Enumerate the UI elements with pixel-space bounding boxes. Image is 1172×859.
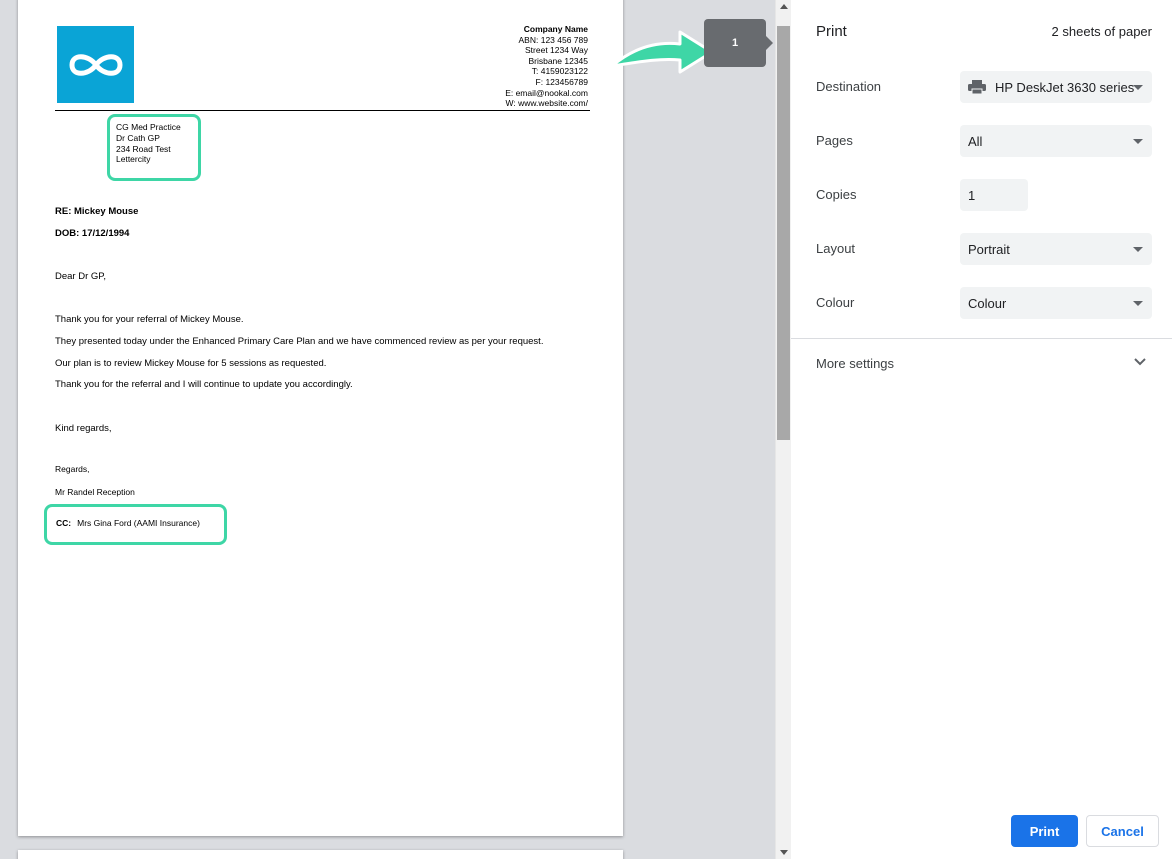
company-fax: F: 123456789 (535, 76, 588, 87)
scroll-thumb[interactable] (777, 26, 790, 440)
layout-label: Layout (816, 241, 856, 256)
printer-icon (968, 80, 986, 95)
paragraph: Thank you for the referral and I will co… (55, 379, 353, 390)
colour-label: Colour (816, 295, 855, 310)
sender-name: Mr Randel Reception (55, 487, 135, 497)
kind-regards: Kind regards, (55, 423, 112, 434)
paragraph: Our plan is to review Mickey Mouse for 5… (55, 358, 327, 369)
arrow-pointer-icon (610, 30, 714, 74)
company-website: W: www.website.com/ (505, 98, 588, 109)
re-line: RE: Mickey Mouse (55, 206, 139, 217)
company-email: E: email@nookal.com (505, 87, 588, 98)
chevron-down-icon[interactable] (1134, 358, 1146, 366)
print-preview-area: Company Name ABN: 123 456 789 Street 123… (0, 0, 775, 859)
copies-input[interactable]: 1 (960, 179, 1028, 211)
company-city: Brisbane 12345 (528, 55, 588, 66)
destination-select[interactable]: HP DeskJet 3630 series (960, 71, 1152, 103)
print-button[interactable]: Print (1011, 815, 1078, 847)
page-number-badge: 1 (704, 19, 773, 67)
scroll-down-icon[interactable] (780, 850, 788, 855)
dropdown-arrow-icon (1133, 85, 1143, 90)
print-title: Print (816, 23, 847, 40)
destination-label: Destination (816, 79, 882, 94)
cancel-button[interactable]: Cancel (1086, 815, 1159, 847)
infinity-icon (68, 53, 123, 76)
recipient-highlight (107, 114, 201, 181)
scroll-up-icon[interactable] (780, 4, 788, 9)
company-name: Company Name (523, 24, 588, 34)
dob-line: DOB: 17/12/1994 (55, 228, 130, 239)
print-settings-panel: Print 2 sheets of paper Destination HP D… (791, 0, 1172, 859)
dropdown-arrow-icon (1133, 139, 1143, 144)
dropdown-arrow-icon (1133, 247, 1143, 252)
preview-page-2 (18, 850, 623, 859)
dropdown-arrow-icon (1133, 301, 1143, 306)
copies-label: Copies (816, 187, 857, 202)
company-details: Company Name ABN: 123 456 789 Street 123… (505, 24, 588, 109)
layout-value: Portrait (968, 241, 1010, 257)
colour-value: Colour (968, 295, 1007, 311)
more-settings-toggle[interactable]: More settings (816, 356, 894, 371)
company-logo (57, 26, 134, 103)
company-abn: ABN: 123 456 789 (518, 34, 588, 45)
sheet-count: 2 sheets of paper (1051, 24, 1152, 39)
destination-value: HP DeskJet 3630 series (995, 79, 1135, 95)
paragraph: They presented today under the Enhanced … (55, 336, 544, 347)
preview-page-1: Company Name ABN: 123 456 789 Street 123… (18, 0, 623, 836)
settings-divider (791, 338, 1172, 339)
layout-select[interactable]: Portrait (960, 233, 1152, 265)
pages-select[interactable]: All (960, 125, 1152, 157)
company-street: Street 1234 Way (525, 45, 588, 56)
pages-label: Pages (816, 133, 853, 148)
paragraph: Thank you for your referral of Mickey Mo… (55, 314, 244, 325)
company-phone: T: 4159023122 (531, 66, 588, 77)
preview-scrollbar[interactable] (775, 0, 791, 859)
header-divider (55, 110, 590, 111)
regards: Regards, (55, 464, 90, 474)
pages-value: All (968, 133, 983, 149)
copies-value: 1 (968, 187, 976, 203)
greeting: Dear Dr GP, (55, 271, 107, 282)
cc-highlight (44, 504, 227, 545)
colour-select[interactable]: Colour (960, 287, 1152, 319)
